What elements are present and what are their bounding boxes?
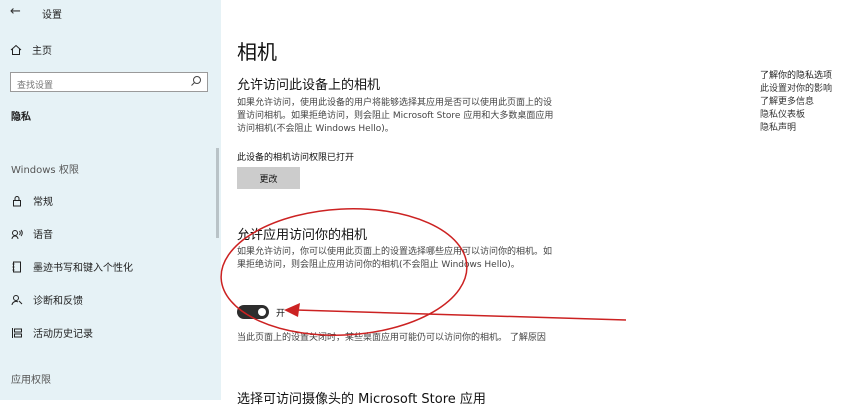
app-access-heading: 允许应用访问你的相机 <box>237 228 368 243</box>
related-link[interactable]: 隐私仪表板 <box>760 109 850 122</box>
related-link[interactable]: 此设置对你的影响 <box>760 83 850 96</box>
main-content: 相机 允许访问此设备上的相机 如果允许访问，使用此设备的用户将能够选择其应用是否… <box>221 0 852 407</box>
feedback-icon <box>10 293 24 307</box>
home-icon <box>10 44 22 55</box>
store-apps-heading: 选择可访问摄像头的 Microsoft Store 应用 <box>237 392 486 407</box>
sidebar-scrollbar[interactable] <box>216 148 219 238</box>
toggle-knob <box>258 308 266 316</box>
home-label: 主页 <box>32 46 52 57</box>
device-access-status: 此设备的相机访问权限已打开 <box>237 153 355 163</box>
home-nav[interactable]: 主页 <box>10 42 52 57</box>
search-icon[interactable] <box>190 75 202 87</box>
speech-icon <box>10 227 24 241</box>
app-access-toggle[interactable] <box>237 305 269 319</box>
sidebar-item-label: 诊断和反馈 <box>33 296 83 307</box>
section-app-permissions: 应用权限 <box>11 375 51 386</box>
notebook-icon <box>10 260 24 274</box>
related-link[interactable]: 了解更多信息 <box>760 96 850 109</box>
device-access-heading: 允许访问此设备上的相机 <box>237 78 381 93</box>
change-button[interactable]: 更改 <box>237 167 300 189</box>
related-link[interactable]: 隐私声明 <box>760 122 850 135</box>
page-title: 相机 <box>237 40 277 64</box>
note-text: 当此页面上的设置关闭时，某些桌面应用可能仍可以访问你的相机。 <box>237 333 508 343</box>
title-bar: ← 设置 <box>0 0 221 24</box>
toggle-state-label: 开 <box>276 309 286 319</box>
sidebar-item-label: 墨迹书写和键入个性化 <box>33 263 133 274</box>
category-label: 隐私 <box>11 112 31 123</box>
timeline-icon <box>10 326 24 340</box>
sidebar-item-inking[interactable]: 墨迹书写和键入个性化 <box>10 259 133 274</box>
sidebar-item-general[interactable]: 常规 <box>10 193 53 208</box>
desktop-app-note: 当此页面上的设置关闭时，某些桌面应用可能仍可以访问你的相机。 了解原因 <box>237 332 547 345</box>
sidebar-item-speech[interactable]: 语音 <box>10 226 53 241</box>
learn-why-link[interactable]: 了解原因 <box>510 333 546 343</box>
sidebar-item-label: 常规 <box>33 197 53 208</box>
sidebar-item-activity-history[interactable]: 活动历史记录 <box>10 325 93 340</box>
sidebar-item-label: 语音 <box>33 230 53 241</box>
search-input[interactable] <box>11 77 187 95</box>
back-arrow-icon[interactable]: ← <box>10 4 21 19</box>
lock-icon <box>10 194 24 208</box>
related-panel: 了解你的隐私选项 此设置对你的影响 了解更多信息 隐私仪表板 隐私声明 <box>760 70 850 135</box>
device-access-description: 如果允许访问，使用此设备的用户将能够选择其应用是否可以使用此页面上的设置访问相机… <box>237 98 554 134</box>
window-title: 设置 <box>42 10 62 21</box>
related-title: 了解你的隐私选项 <box>760 71 833 81</box>
sidebar-item-label: 活动历史记录 <box>33 329 93 340</box>
sidebar-item-diagnostics[interactable]: 诊断和反馈 <box>10 292 83 307</box>
sidebar: ← 设置 主页 隐私 Windows 权限 常规 语音 墨迹书写和键入个性化 <box>0 0 221 400</box>
section-windows-permissions: Windows 权限 <box>11 165 79 176</box>
app-access-description: 如果允许访问，你可以使用此页面上的设置选择哪些应用可以访问你的相机。如果拒绝访问… <box>237 247 553 270</box>
search-box[interactable] <box>10 72 208 95</box>
